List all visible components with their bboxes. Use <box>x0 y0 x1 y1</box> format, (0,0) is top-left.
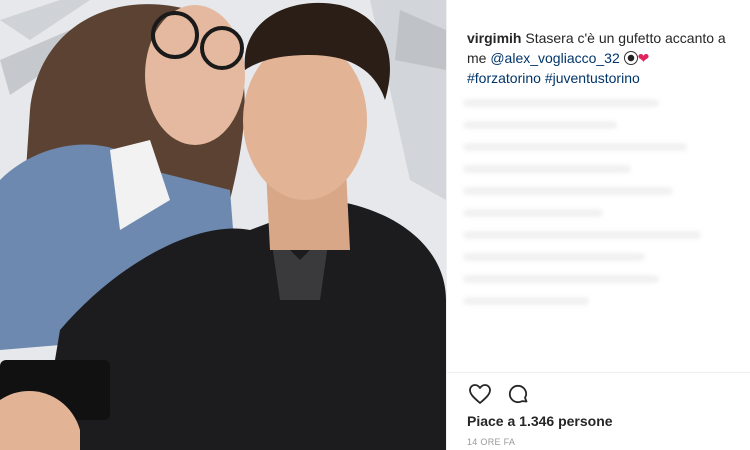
caption-hashtag-forzatorino[interactable]: #forzatorino <box>467 70 541 86</box>
soccer-ball-icon <box>623 51 638 65</box>
comment-button[interactable] <box>505 381 531 407</box>
caption-username[interactable]: virgimih <box>467 30 521 46</box>
likes-count[interactable]: Piace a 1.346 persone <box>467 413 613 429</box>
post-actions: Piace a 1.346 persone 14 ORE FA <box>447 372 750 447</box>
blurred-comments <box>463 85 743 365</box>
caption-hashtag-juventustorino[interactable]: #juventustorino <box>545 70 640 86</box>
action-icons <box>467 381 531 407</box>
selfie-image <box>0 0 446 450</box>
instagram-post: virgimih Stasera c'è un gufetto accanto … <box>0 0 750 450</box>
heart-icon <box>469 384 491 404</box>
post-photo[interactable] <box>0 0 446 450</box>
post-timestamp[interactable]: 14 ORE FA <box>467 437 515 447</box>
post-caption: virgimih Stasera c'è un gufetto accanto … <box>467 28 737 88</box>
heart-emoji-icon: ❤ <box>637 50 650 66</box>
post-sidebar: virgimih Stasera c'è un gufetto accanto … <box>446 0 750 450</box>
comment-icon <box>508 384 528 404</box>
like-button[interactable] <box>467 381 493 407</box>
caption-mention[interactable]: @alex_vogliacco_32 <box>490 50 619 66</box>
